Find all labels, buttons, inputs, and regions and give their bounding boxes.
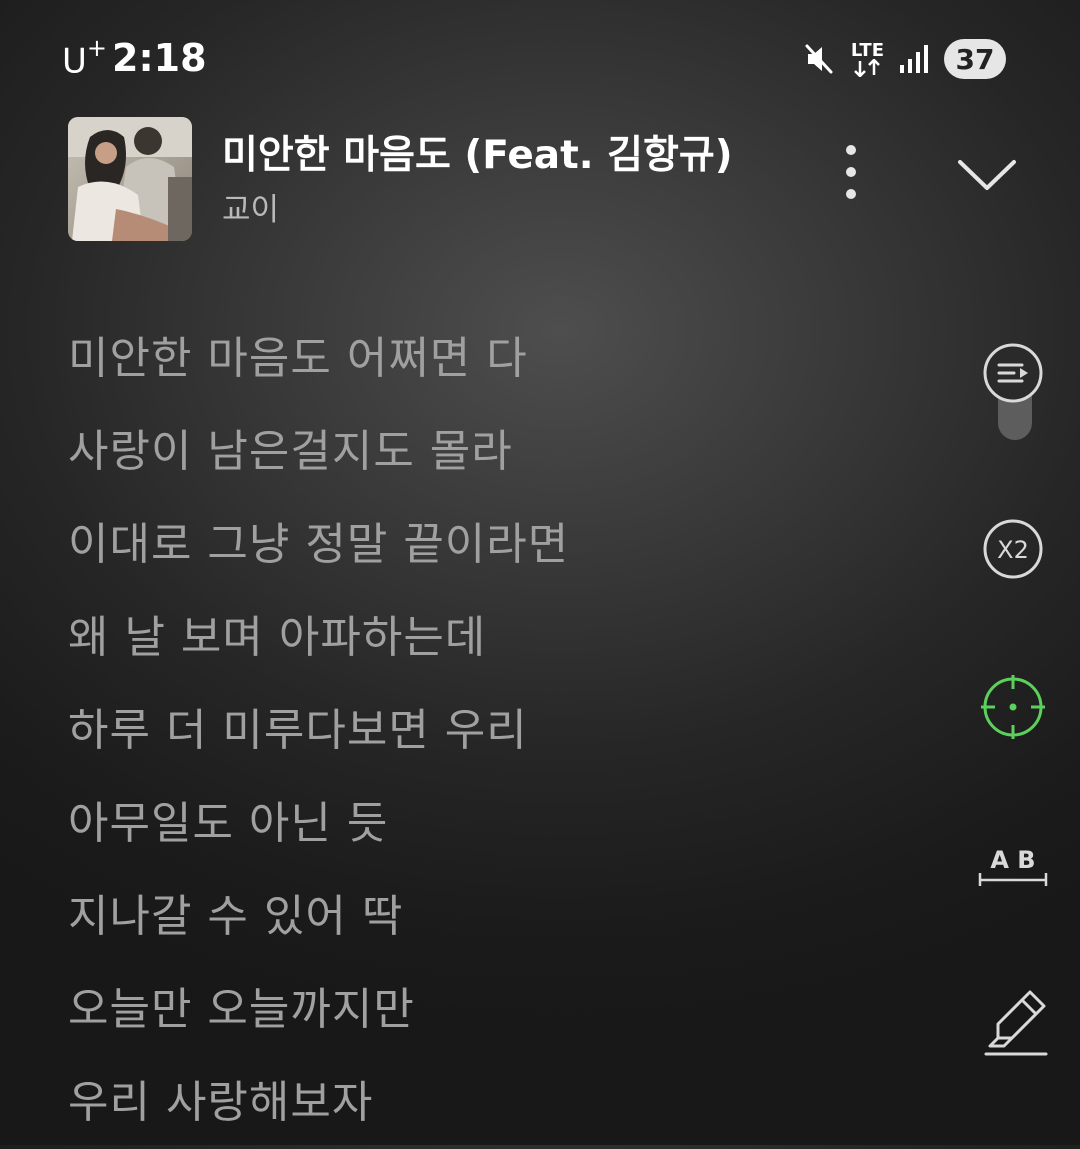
lyric-line[interactable]: 하루 더 미루다보면 우리 — [68, 684, 928, 777]
speed-button[interactable]: X2 — [982, 518, 1044, 584]
lte-icon: LTE — [851, 41, 884, 77]
lyric-line[interactable]: 왜 날 보며 아파하는데 — [68, 591, 928, 684]
carrier-label: U+ — [62, 34, 107, 82]
chevron-down-icon — [958, 160, 1016, 190]
battery-icon: 37 — [944, 39, 1006, 79]
lyric-line[interactable]: 사랑이 남은걸지도 몰라 — [68, 405, 928, 498]
lyric-line[interactable]: 오늘만 오늘까지만 — [68, 963, 928, 1056]
font-size-button[interactable]: A B — [976, 842, 1050, 892]
collapse-button[interactable] — [952, 146, 1022, 202]
lyric-line[interactable]: 지나갈 수 있어 딱 — [68, 870, 928, 963]
lyric-line[interactable]: 이대로 그냥 정말 끝이라면 — [68, 498, 928, 591]
more-options-button[interactable] — [826, 140, 876, 204]
track-artist[interactable]: 교이 — [222, 184, 279, 229]
playlist-button[interactable] — [982, 342, 1044, 408]
lyric-line[interactable]: 미안한 마음도 어쩌면 다 — [68, 312, 928, 405]
album-art[interactable] — [68, 117, 192, 241]
playlist-play-icon — [983, 343, 1043, 403]
status-bar: U+ 2:18 LTE 37 — [0, 0, 1080, 110]
speed-label: X2 — [997, 536, 1029, 564]
status-time: 2:18 — [112, 36, 207, 80]
track-title: 미안한 마음도 (Feat. 김항규) — [222, 133, 733, 178]
mute-icon — [801, 41, 837, 77]
lyric-line[interactable]: 우리 사랑해보자 — [68, 1056, 928, 1149]
crosshair-icon — [981, 675, 1045, 739]
highlighter-icon — [984, 990, 1048, 1056]
status-icons: LTE 37 — [801, 36, 1006, 82]
highlight-button[interactable] — [982, 988, 1050, 1062]
focus-button[interactable] — [980, 674, 1046, 744]
font-size-label: A B — [990, 846, 1035, 874]
lyric-line[interactable]: 아무일도 아닌 듯 — [68, 777, 928, 870]
lyrics-panel[interactable]: 미안한 마음도 어쩌면 다 사랑이 남은걸지도 몰라 이대로 그냥 정말 끝이라… — [68, 312, 928, 1149]
signal-icon — [898, 43, 930, 75]
